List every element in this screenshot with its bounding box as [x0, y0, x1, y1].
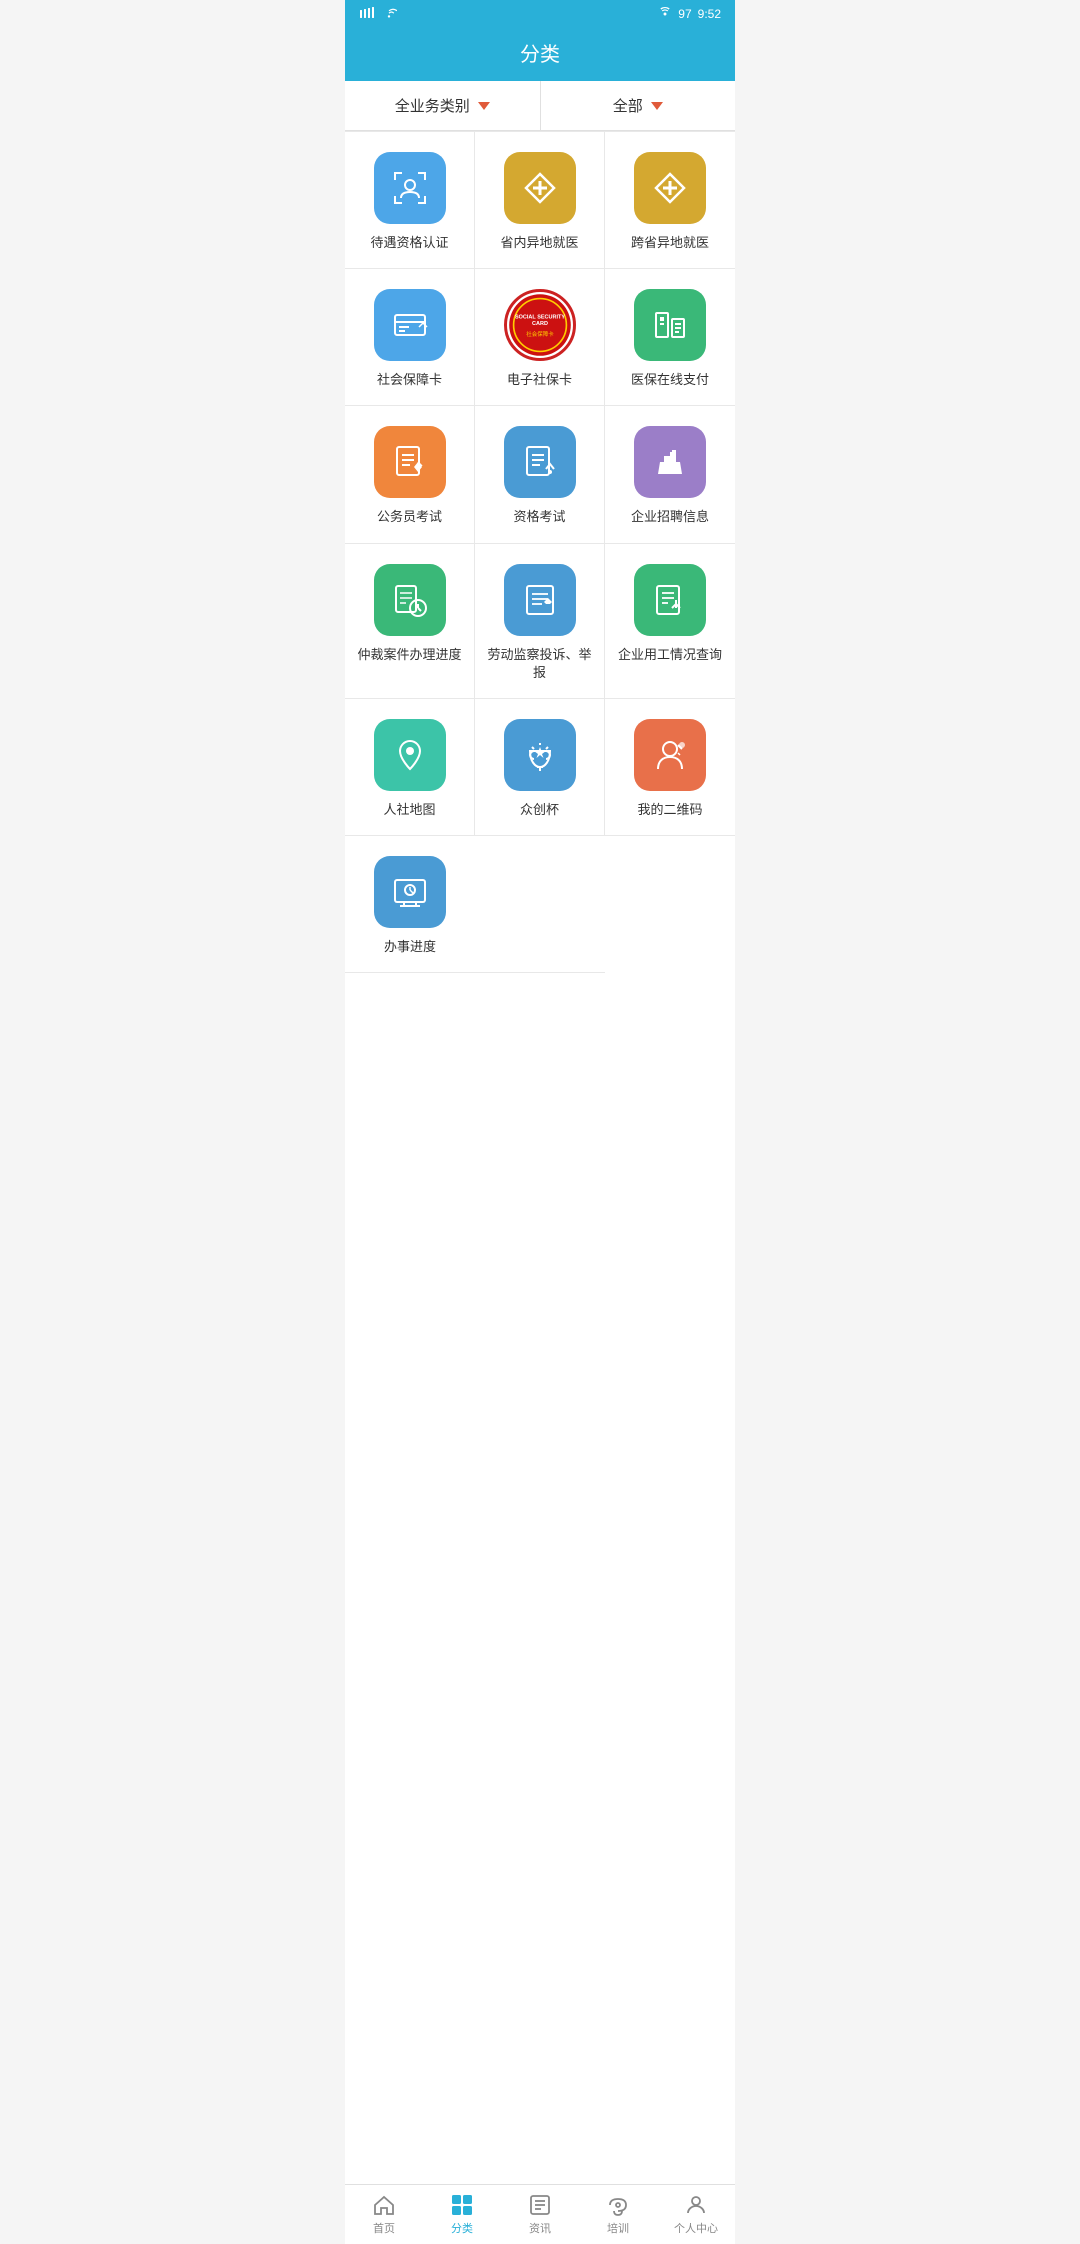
nav-news-label: 资讯 — [529, 2220, 551, 2236]
nav-home-label: 首页 — [373, 2220, 395, 2236]
svg-text:CARD: CARD — [532, 321, 548, 327]
status-left-icons — [359, 7, 397, 21]
category-filter-arrow — [478, 102, 490, 110]
cross-provincial-label: 跨省异地就医 — [631, 234, 709, 252]
scope-filter-label: 全部 — [613, 95, 643, 116]
service-recruitment[interactable]: 企业招聘信息 — [605, 406, 735, 543]
progress-label: 办事进度 — [384, 938, 436, 956]
service-medical-pay[interactable]: 医保在线支付 — [605, 269, 735, 406]
employment-query-label: 企业用工情况查询 — [618, 646, 722, 664]
competition-label: 众创杯 — [520, 801, 559, 819]
labor-complaint-icon-box — [504, 564, 576, 636]
scope-filter-arrow — [651, 102, 663, 110]
nav-home[interactable]: 首页 — [345, 2185, 423, 2244]
nav-category-label: 分类 — [451, 2220, 473, 2236]
qrcode-icon-box — [634, 719, 706, 791]
biometric-icon-box — [374, 152, 446, 224]
svg-text:社会保障卡: 社会保障卡 — [526, 330, 554, 338]
medical-pay-icon-box — [634, 289, 706, 361]
nav-news[interactable]: 资讯 — [501, 2185, 579, 2244]
civil-exam-icon-box — [374, 426, 446, 498]
time-display: 9:52 — [698, 7, 721, 21]
arbitration-icon-box — [374, 564, 446, 636]
service-social-card[interactable]: 社会保障卡 — [345, 269, 475, 406]
service-provincial-medical[interactable]: 省内异地就医 — [475, 132, 605, 269]
service-civil-exam[interactable]: 公务员考试 — [345, 406, 475, 543]
civil-exam-label: 公务员考试 — [377, 508, 442, 526]
competition-icon-box — [504, 719, 576, 791]
svg-text:SOCIAL SECURITY: SOCIAL SECURITY — [514, 315, 564, 321]
employment-query-icon-box — [634, 564, 706, 636]
e-social-card-icon-box: SOCIAL SECURITY CARD 社会保障卡 — [504, 289, 576, 361]
nav-training[interactable]: 培训 — [579, 2185, 657, 2244]
scope-filter[interactable]: 全部 — [541, 81, 736, 130]
category-filter[interactable]: 全业务类别 — [345, 81, 541, 130]
map-icon-box — [374, 719, 446, 791]
service-cross-provincial[interactable]: 跨省异地就医 — [605, 132, 735, 269]
service-arbitration[interactable]: 仲裁案件办理进度 — [345, 544, 475, 699]
arbitration-label: 仲裁案件办理进度 — [357, 646, 461, 664]
social-card-icon-box — [374, 289, 446, 361]
provincial-medical-label: 省内异地就医 — [500, 234, 578, 252]
service-e-social-card[interactable]: SOCIAL SECURITY CARD 社会保障卡 电子社保卡 — [475, 269, 605, 406]
service-progress[interactable]: 办事进度 — [345, 836, 475, 973]
services-grid-container: 待遇资格认证 省内异地就医 跨省异地就医 — [345, 131, 735, 2184]
empty-cell-1 — [475, 836, 605, 973]
qrcode-label: 我的二维码 — [637, 801, 702, 819]
labor-complaint-label: 劳动监察投诉、举报 — [485, 646, 594, 682]
cross-provincial-icon-box — [634, 152, 706, 224]
service-map[interactable]: 人社地图 — [345, 699, 475, 836]
services-grid: 待遇资格认证 省内异地就医 跨省异地就医 — [345, 131, 735, 973]
biometric-label: 待遇资格认证 — [370, 234, 448, 252]
provincial-medical-icon-box — [504, 152, 576, 224]
status-bar: 97 9:52 — [345, 0, 735, 28]
nav-profile-label: 个人中心 — [674, 2220, 718, 2236]
filter-bar: 全业务类别 全部 — [345, 81, 735, 131]
e-social-card-label: 电子社保卡 — [507, 371, 572, 389]
medical-pay-label: 医保在线支付 — [631, 371, 709, 389]
category-filter-label: 全业务类别 — [395, 95, 470, 116]
qualification-icon-box — [504, 426, 576, 498]
status-right-info: 97 9:52 — [658, 7, 721, 21]
service-labor-complaint[interactable]: 劳动监察投诉、举报 — [475, 544, 605, 699]
service-qrcode[interactable]: 我的二维码 — [605, 699, 735, 836]
page-header: 分类 — [345, 28, 735, 81]
bottom-navigation: 首页 分类 资讯 培训 个人中心 — [345, 2184, 735, 2244]
service-biometric[interactable]: 待遇资格认证 — [345, 132, 475, 269]
qualification-label: 资格考试 — [513, 508, 565, 526]
map-label: 人社地图 — [383, 801, 435, 819]
page-title: 分类 — [520, 44, 560, 66]
nav-profile[interactable]: 个人中心 — [657, 2185, 735, 2244]
nav-training-label: 培训 — [607, 2220, 629, 2236]
recruitment-label: 企业招聘信息 — [631, 508, 709, 526]
progress-icon-box — [374, 856, 446, 928]
service-qualification[interactable]: 资格考试 — [475, 406, 605, 543]
service-competition[interactable]: 众创杯 — [475, 699, 605, 836]
recruitment-icon-box — [634, 426, 706, 498]
nav-category[interactable]: 分类 — [423, 2185, 501, 2244]
battery-level: 97 — [678, 7, 691, 21]
social-card-label: 社会保障卡 — [377, 371, 442, 389]
service-employment-query[interactable]: 企业用工情况查询 — [605, 544, 735, 699]
